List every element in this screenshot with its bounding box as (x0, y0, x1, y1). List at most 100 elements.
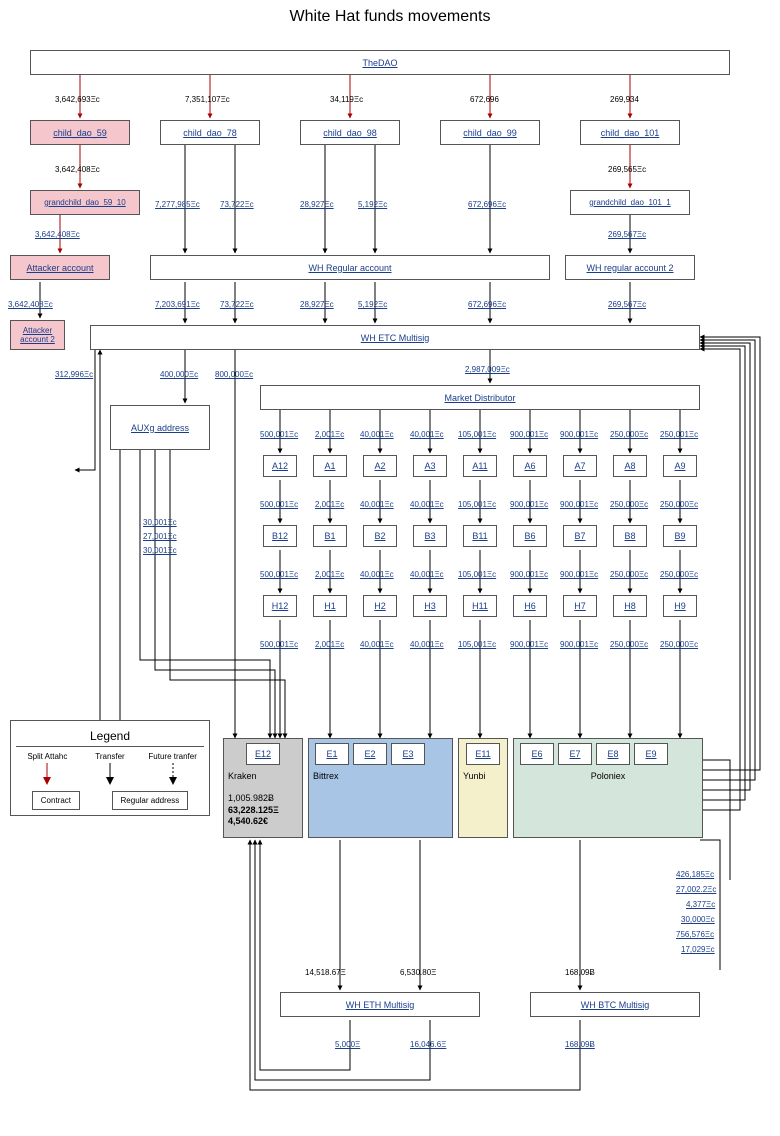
amt-wheth-o2: 16,046.6Ξ (410, 1040, 446, 1049)
amt-e2-in: 40,001Ξc (360, 640, 394, 649)
node-child-dao-59[interactable]: child_dao_59 (30, 120, 130, 145)
node-h9[interactable]: H9 (663, 595, 697, 617)
amt-h1-in: 2,001Ξc (315, 570, 344, 579)
node-child-dao-98[interactable]: child_dao_98 (300, 120, 400, 145)
amt-a7-in: 900,001Ξc (560, 430, 598, 439)
amt-atk-atk2: 3,642,408Ξc (8, 300, 53, 309)
legend-future: Future tranfer (143, 752, 203, 786)
node-b12[interactable]: B12 (263, 525, 297, 547)
legend-panel: Legend Split Attahc Transfer Future tran… (10, 720, 210, 816)
node-e9[interactable]: E9 (634, 743, 668, 765)
amt-a2-in: 40,001Ξc (360, 430, 394, 439)
amt-a3-in: 40,001Ξc (410, 430, 444, 439)
node-a11[interactable]: A11 (463, 455, 497, 477)
node-b2[interactable]: B2 (363, 525, 397, 547)
amt-wheth-o1: 5,000Ξ (335, 1040, 360, 1049)
amt-gd59-atk: 3,642,408Ξc (35, 230, 80, 239)
node-a1[interactable]: A1 (313, 455, 347, 477)
amt-etc-c: 28,927Ξc (300, 300, 334, 309)
amt-etc-e: 672,696Ξc (468, 300, 506, 309)
node-market-distributor[interactable]: Market Distributor (260, 385, 700, 410)
node-e2[interactable]: E2 (353, 743, 387, 765)
amt-wheth-in1: 14,518.67Ξ (305, 968, 346, 977)
amt-aux-in: 312,996Ξc (55, 370, 93, 379)
node-e1[interactable]: E1 (315, 743, 349, 765)
amt-a8-in: 250,000Ξc (610, 430, 648, 439)
node-child-dao-99[interactable]: child_dao_99 (440, 120, 540, 145)
node-b3[interactable]: B3 (413, 525, 447, 547)
legend-title: Legend (16, 726, 204, 747)
amt-h7-in: 900,001Ξc (560, 570, 598, 579)
amt-aux-30b: 30,001Ξc (143, 546, 177, 555)
node-grandchild-dao-101[interactable]: grandchild_dao_101_1 (570, 190, 690, 215)
amt-h8-in: 250,000Ξc (610, 570, 648, 579)
node-b7[interactable]: B7 (563, 525, 597, 547)
node-thedao[interactable]: TheDAO (30, 50, 730, 75)
node-h12[interactable]: H12 (263, 595, 297, 617)
node-a6[interactable]: A6 (513, 455, 547, 477)
node-h2[interactable]: H2 (363, 595, 397, 617)
node-b11[interactable]: B11 (463, 525, 497, 547)
amt-whbtc-in: 168,09Ƀ (565, 968, 595, 977)
node-a7[interactable]: A7 (563, 455, 597, 477)
node-b9[interactable]: B9 (663, 525, 697, 547)
amt-whreg-e: 672,696Ξc (468, 200, 506, 209)
node-a8[interactable]: A8 (613, 455, 647, 477)
amt-b11-in: 105,001Ξc (458, 500, 496, 509)
amt-e8-in: 250,000Ξc (610, 640, 648, 649)
node-wh-eth-multisig[interactable]: WH ETH Multisig (280, 992, 480, 1017)
node-e7[interactable]: E7 (558, 743, 592, 765)
node-attacker-account[interactable]: Attacker account (10, 255, 110, 280)
node-h1[interactable]: H1 (313, 595, 347, 617)
exchange-yunbi: E11 Yunbi (458, 738, 508, 838)
amt-h2-in: 40,001Ξc (360, 570, 394, 579)
amt-etc-m: 2,987,009Ξc (465, 365, 510, 374)
legend-transfer: Transfer (80, 752, 140, 786)
amt-cd101-gd: 269,565Ξc (608, 165, 646, 174)
amt-etc-f: 269,567Ξc (608, 300, 646, 309)
amt-etc-b: 73,722Ξc (220, 300, 254, 309)
node-child-dao-101[interactable]: child_dao_101 (580, 120, 680, 145)
node-e6[interactable]: E6 (520, 743, 554, 765)
amt-e6-in: 900,001Ξc (510, 640, 548, 649)
node-b1[interactable]: B1 (313, 525, 347, 547)
node-wh-etc-multisig[interactable]: WH ETC Multisig (90, 325, 700, 350)
node-a3[interactable]: A3 (413, 455, 447, 477)
yunbi-label: Yunbi (463, 771, 486, 781)
amt-etc-400: 400,000Ξc (160, 370, 198, 379)
node-h8[interactable]: H8 (613, 595, 647, 617)
node-e12[interactable]: E12 (246, 743, 280, 765)
node-e8[interactable]: E8 (596, 743, 630, 765)
node-h3[interactable]: H3 (413, 595, 447, 617)
amt-h6-in: 900,001Ξc (510, 570, 548, 579)
node-h11[interactable]: H11 (463, 595, 497, 617)
node-grandchild-dao-59[interactable]: grandchild_dao_59_10 (30, 190, 140, 215)
node-a12[interactable]: A12 (263, 455, 297, 477)
node-h6[interactable]: H6 (513, 595, 547, 617)
node-child-dao-78[interactable]: child_dao_78 (160, 120, 260, 145)
amt-whbtc-o: 168,09Ƀ (565, 1040, 595, 1049)
amt-a9-in: 250,001Ξc (660, 430, 698, 439)
amt-aux-27: 27,001Ξc (143, 532, 177, 541)
amt-tdao-59: 3,642,693Ξc (55, 95, 100, 104)
node-wh-btc-multisig[interactable]: WH BTC Multisig (530, 992, 700, 1017)
amt-tdao-98: 34,119Ξc (330, 95, 363, 104)
node-e3[interactable]: E3 (391, 743, 425, 765)
node-b8[interactable]: B8 (613, 525, 647, 547)
amt-whreg-a: 7,277,985Ξc (155, 200, 200, 209)
exchange-bittrex: E1 E2 E3 Bittrex (308, 738, 453, 838)
amt-e7-in: 900,001Ξc (560, 640, 598, 649)
amt-out-30: 30,000Ξc (681, 915, 715, 924)
node-a2[interactable]: A2 (363, 455, 397, 477)
amt-whreg2-a: 269,567Ξc (608, 230, 646, 239)
node-wh-regular[interactable]: WH Regular account (150, 255, 550, 280)
amt-out-27: 27,002.2Ξc (676, 885, 716, 894)
node-h7[interactable]: H7 (563, 595, 597, 617)
node-a9[interactable]: A9 (663, 455, 697, 477)
node-b6[interactable]: B6 (513, 525, 547, 547)
node-attacker-account-2[interactable]: Attacker account 2 (10, 320, 65, 350)
amt-b6-in: 900,001Ξc (510, 500, 548, 509)
node-wh-regular-2[interactable]: WH regular account 2 (565, 255, 695, 280)
node-auxg-address[interactable]: AUXg address (110, 405, 210, 450)
node-e11[interactable]: E11 (466, 743, 500, 765)
